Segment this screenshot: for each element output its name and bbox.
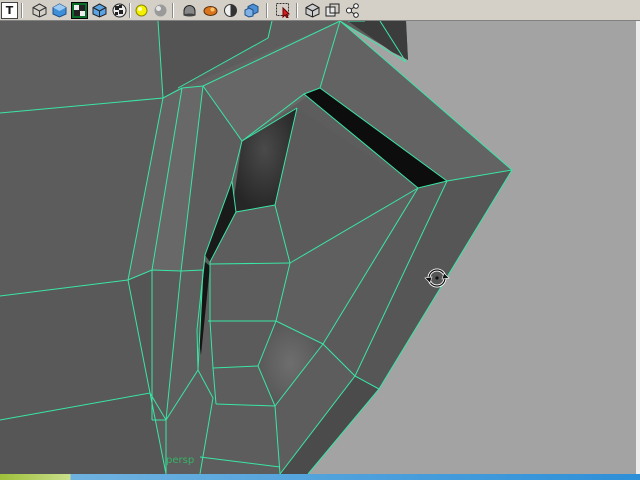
default-light-button[interactable] [133,2,150,19]
isolate-cube-icon [244,3,259,18]
box-xray-icon [305,3,320,18]
viewport-border [636,21,640,474]
text-tool-button[interactable]: T [1,2,18,19]
text-tool-icon: T [5,4,14,17]
panel-toolbar: T [0,0,640,21]
os-taskbar [0,474,640,480]
shaded-wire-cube-icon [92,3,107,18]
xray-select-button[interactable] [275,2,292,19]
selection-arrow-icon [276,3,291,18]
xray-texture-icon [74,5,85,16]
shadow-tool-icon [203,6,218,16]
shaded-wire-button[interactable] [91,2,108,19]
backface-button[interactable] [222,2,239,19]
shadows-button[interactable] [202,2,219,19]
textured-button[interactable] [111,2,128,19]
smooth-shade-cube-icon [52,3,67,18]
checker-texture-icon [112,3,127,18]
bowl-light-icon [183,5,196,17]
half-sphere-icon [224,4,237,17]
toolbar-separator [129,3,131,18]
toolbar-separator [172,3,174,18]
default-light-icon [135,4,148,17]
share-button[interactable] [344,2,361,19]
use-lights-button[interactable] [181,2,198,19]
xray-box-button[interactable] [304,2,321,19]
xray-toggle-button[interactable] [71,2,88,19]
toolbar-separator [266,3,268,18]
all-lights-button[interactable] [152,2,169,19]
frame-all-icon [325,3,340,17]
isolate-button[interactable] [243,2,260,19]
smooth-shade-button[interactable] [51,2,68,19]
camera-label: persp [166,455,195,466]
frame-all-button[interactable] [324,2,341,19]
toolbar-separator [296,3,298,18]
mesh-wireframe [0,21,513,474]
wireframe-button[interactable] [31,2,48,19]
sphere-light-icon [154,4,167,17]
share-nodes-icon [346,3,359,18]
wireframe-cube-icon [32,3,47,18]
perspective-viewport[interactable]: persp [0,21,640,474]
toolbar-separator [21,3,23,18]
